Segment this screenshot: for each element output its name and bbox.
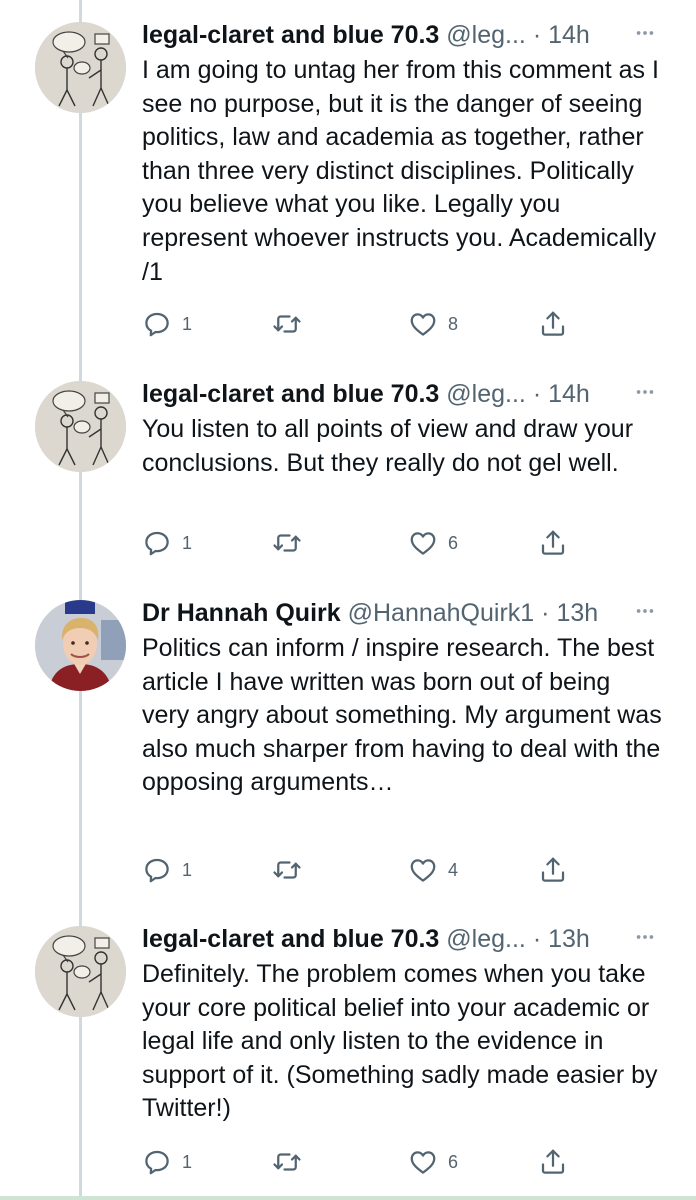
timestamp[interactable]: 13h bbox=[548, 925, 590, 953]
tweet-actions: 1 8 bbox=[142, 304, 582, 344]
reply-icon bbox=[145, 531, 169, 556]
like-count: 6 bbox=[448, 1151, 459, 1172]
bottom-edge bbox=[0, 1196, 696, 1200]
tweet-actions: 1 6 bbox=[142, 1142, 582, 1182]
reply-count: 1 bbox=[182, 859, 193, 880]
display-name[interactable]: legal-claret and blue 70.3 bbox=[142, 380, 439, 408]
tweet-actions: 1 4 bbox=[142, 850, 582, 890]
heart-icon bbox=[410, 532, 436, 555]
reply-icon bbox=[145, 312, 169, 337]
like-count: 4 bbox=[448, 859, 459, 880]
share-button[interactable] bbox=[538, 1142, 568, 1182]
reply-button[interactable]: 1 bbox=[142, 304, 192, 344]
timestamp[interactable]: 14h bbox=[548, 380, 590, 408]
more-icon[interactable] bbox=[634, 381, 656, 403]
heart-icon bbox=[410, 313, 436, 336]
share-icon bbox=[541, 1149, 565, 1174]
more-icon[interactable] bbox=[634, 600, 656, 622]
heart-icon bbox=[410, 1151, 436, 1174]
tweet-actions: 1 6 bbox=[142, 523, 582, 563]
share-button[interactable] bbox=[538, 850, 568, 890]
avatar[interactable] bbox=[35, 381, 126, 472]
separator-dot: · bbox=[532, 925, 542, 953]
reply-icon bbox=[145, 858, 169, 883]
reply-button[interactable]: 1 bbox=[142, 1142, 192, 1182]
reply-button[interactable]: 1 bbox=[142, 523, 192, 563]
retweet-icon bbox=[273, 534, 301, 552]
retweet-icon bbox=[273, 861, 301, 879]
separator-dot: · bbox=[541, 599, 550, 627]
reply-button[interactable]: 1 bbox=[142, 850, 192, 890]
tweet-header: legal-claret and blue 70.3 @leg... · 14h bbox=[142, 377, 662, 411]
stick-figure-avatar-image bbox=[35, 381, 126, 472]
like-button[interactable]: 4 bbox=[408, 850, 458, 890]
timestamp[interactable]: 14h bbox=[548, 21, 590, 49]
display-name[interactable]: legal-claret and blue 70.3 bbox=[142, 21, 439, 49]
display-name[interactable]: Dr Hannah Quirk bbox=[142, 599, 341, 627]
tweet-text: You listen to all points of view and dra… bbox=[142, 415, 634, 477]
tweet[interactable]: legal-claret and blue 70.3 @leg... · 13h… bbox=[0, 922, 696, 1192]
avatar[interactable] bbox=[35, 22, 126, 113]
retweet-button[interactable] bbox=[272, 304, 312, 344]
separator-dot: · bbox=[532, 380, 542, 408]
like-button[interactable]: 6 bbox=[408, 523, 458, 563]
tweet-header: Dr Hannah Quirk @HannahQuirk1 · 13h bbox=[142, 596, 662, 630]
tweet[interactable]: legal-claret and blue 70.3 @leg... · 14h… bbox=[0, 377, 696, 567]
tweet-text: Politics can inform / inspire research. … bbox=[142, 634, 662, 797]
tweet-header: legal-claret and blue 70.3 @leg... · 13h bbox=[142, 922, 662, 956]
user-handle[interactable]: @HannahQuirk1 bbox=[348, 599, 535, 627]
reply-count: 1 bbox=[182, 1151, 193, 1172]
portrait-avatar-image bbox=[35, 600, 126, 691]
tweet-header: legal-claret and blue 70.3 @leg... · 14h bbox=[142, 18, 662, 52]
stick-figure-avatar-image bbox=[35, 926, 126, 1017]
reply-count: 1 bbox=[182, 313, 193, 334]
stick-figure-avatar-image bbox=[35, 22, 126, 113]
retweet-button[interactable] bbox=[272, 523, 312, 563]
like-count: 6 bbox=[448, 532, 459, 553]
reply-icon bbox=[145, 1150, 169, 1175]
more-icon[interactable] bbox=[634, 22, 656, 44]
user-handle[interactable]: @leg... bbox=[446, 925, 526, 953]
display-name[interactable]: legal-claret and blue 70.3 bbox=[142, 925, 439, 953]
user-handle[interactable]: @leg... bbox=[446, 21, 526, 49]
share-icon bbox=[541, 311, 565, 336]
retweet-button[interactable] bbox=[272, 850, 312, 890]
retweet-icon bbox=[273, 1153, 301, 1171]
user-handle[interactable]: @leg... bbox=[446, 380, 526, 408]
reply-count: 1 bbox=[182, 532, 193, 553]
share-button[interactable] bbox=[538, 304, 568, 344]
tweet-text: I am going to untag her from this commen… bbox=[142, 56, 659, 286]
retweet-button[interactable] bbox=[272, 1142, 312, 1182]
tweet[interactable]: Dr Hannah Quirk @HannahQuirk1 · 13h Poli… bbox=[0, 596, 696, 896]
avatar[interactable] bbox=[35, 926, 126, 1017]
more-icon[interactable] bbox=[634, 926, 656, 948]
heart-icon bbox=[410, 859, 436, 882]
share-icon bbox=[541, 857, 565, 882]
avatar[interactable] bbox=[35, 600, 126, 691]
share-icon bbox=[541, 530, 565, 555]
like-button[interactable]: 8 bbox=[408, 304, 458, 344]
share-button[interactable] bbox=[538, 523, 568, 563]
like-count: 8 bbox=[448, 313, 459, 334]
like-button[interactable]: 6 bbox=[408, 1142, 458, 1182]
separator-dot: · bbox=[532, 21, 542, 49]
retweet-icon bbox=[273, 315, 301, 333]
timestamp[interactable]: 13h bbox=[556, 599, 598, 627]
tweet-text: Definitely. The problem comes when you t… bbox=[142, 960, 658, 1123]
tweet[interactable]: legal-claret and blue 70.3 @leg... · 14h… bbox=[0, 18, 696, 348]
